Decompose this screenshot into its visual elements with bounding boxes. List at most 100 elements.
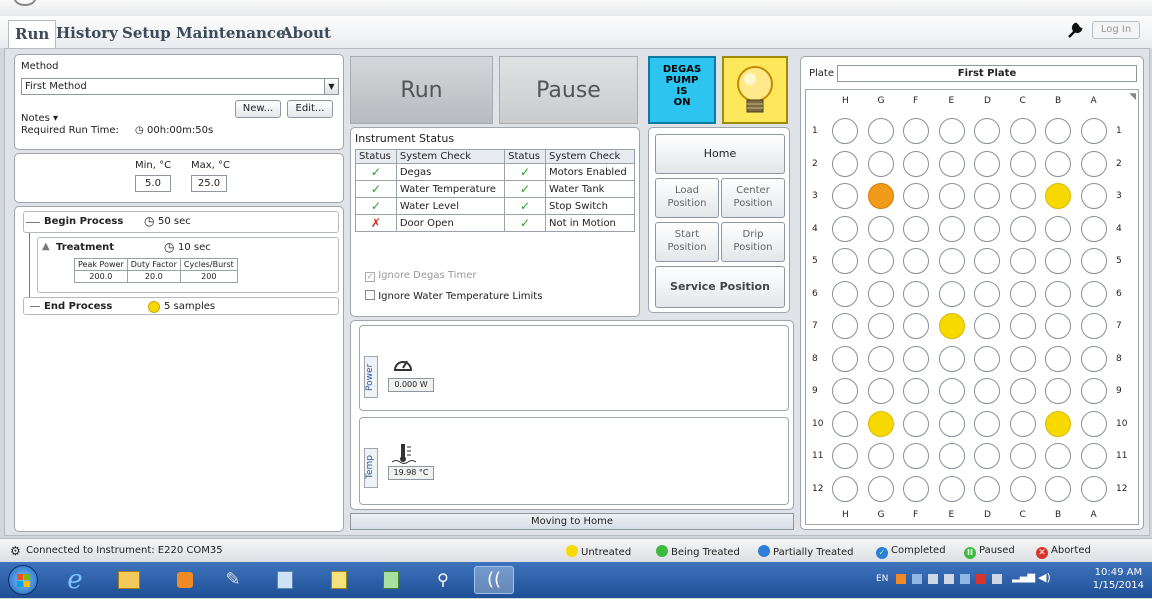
well-G10[interactable]: [867, 410, 894, 437]
well-B3[interactable]: [1045, 183, 1071, 209]
well-C6[interactable]: [1009, 280, 1036, 307]
tab-run[interactable]: Run: [8, 20, 57, 48]
language-indicator[interactable]: EN: [876, 574, 888, 584]
well-H3[interactable]: [832, 183, 858, 209]
system-clock[interactable]: 10:49 AM 1/15/2014: [1093, 566, 1144, 592]
well-G1[interactable]: [867, 118, 894, 144]
light-toggle[interactable]: [722, 56, 788, 124]
start-position-button[interactable]: Start Position: [655, 222, 719, 262]
tray-app-icon[interactable]: [912, 574, 922, 584]
home-button[interactable]: Home: [655, 134, 785, 174]
paint-icon[interactable]: ✎: [214, 566, 252, 594]
well-B11[interactable]: [1045, 443, 1071, 469]
method-select[interactable]: First Method ▼: [21, 78, 339, 95]
well-A11[interactable]: [1080, 443, 1107, 469]
max-temp-input[interactable]: 25.0: [191, 175, 227, 192]
well-C2[interactable]: [1009, 150, 1036, 177]
well-D12[interactable]: [974, 475, 1000, 502]
tray-app-icon[interactable]: [896, 574, 906, 584]
notes-app-icon[interactable]: [320, 566, 358, 594]
notes-toggle[interactable]: Notes ▾: [21, 113, 58, 124]
login-button[interactable]: Log In: [1092, 21, 1140, 39]
well-A10[interactable]: [1080, 410, 1107, 437]
volume-icon[interactable]: ◀): [1038, 571, 1051, 584]
well-C3[interactable]: [1009, 183, 1036, 209]
well-C9[interactable]: [1009, 378, 1036, 404]
corner-triangle-icon[interactable]: ◥: [1129, 92, 1136, 102]
well-C4[interactable]: [1009, 215, 1036, 242]
well-E3[interactable]: [938, 183, 965, 209]
service-position-button[interactable]: Service Position: [655, 266, 785, 308]
tray-app-icon[interactable]: [944, 574, 954, 584]
app-icon[interactable]: [266, 566, 304, 594]
tray-app-icon[interactable]: [992, 574, 1002, 584]
well-A2[interactable]: [1080, 150, 1107, 177]
well-F9[interactable]: [903, 378, 929, 404]
well-F2[interactable]: [903, 150, 929, 177]
well-E8[interactable]: [938, 345, 965, 372]
well-G8[interactable]: [867, 345, 894, 372]
well-D6[interactable]: [974, 280, 1000, 307]
drip-position-button[interactable]: Drip Position: [721, 222, 785, 262]
well-B2[interactable]: [1045, 150, 1071, 177]
well-H1[interactable]: [832, 118, 858, 144]
well-C7[interactable]: [1009, 313, 1036, 339]
well-G2[interactable]: [867, 150, 894, 177]
well-B4[interactable]: [1045, 215, 1071, 242]
tab-maintenance[interactable]: Maintenance: [176, 24, 286, 42]
well-H2[interactable]: [832, 150, 858, 177]
well-G6[interactable]: [867, 280, 894, 307]
tray-app-icon[interactable]: [928, 574, 938, 584]
file-explorer-icon[interactable]: [110, 566, 148, 594]
well-F3[interactable]: [903, 183, 929, 209]
start-button[interactable]: [8, 565, 38, 595]
well-B1[interactable]: [1045, 118, 1071, 144]
tab-setup[interactable]: Setup: [122, 24, 171, 42]
well-D7[interactable]: [974, 313, 1000, 339]
well-D8[interactable]: [974, 345, 1000, 372]
well-B9[interactable]: [1045, 378, 1071, 404]
well-F5[interactable]: [903, 248, 929, 274]
well-H5[interactable]: [832, 248, 858, 274]
well-F4[interactable]: [903, 215, 929, 242]
end-process-row[interactable]: End Process 5 samples: [23, 297, 339, 315]
begin-process-row[interactable]: Begin Process ◷ 50 sec: [23, 211, 339, 233]
well-F10[interactable]: [903, 410, 929, 437]
well-A5[interactable]: [1080, 248, 1107, 274]
well-H12[interactable]: [832, 475, 858, 502]
well-A7[interactable]: [1080, 313, 1107, 339]
chevron-down-icon[interactable]: ▼: [324, 79, 338, 94]
well-A4[interactable]: [1080, 215, 1107, 242]
new-method-button[interactable]: New...: [235, 100, 281, 118]
well-A9[interactable]: [1080, 378, 1107, 404]
well-D3[interactable]: [974, 183, 1000, 209]
well-E2[interactable]: [938, 150, 965, 177]
well-F11[interactable]: [903, 443, 929, 469]
well-E7[interactable]: [938, 313, 965, 339]
well-H8[interactable]: [832, 345, 858, 372]
well-H4[interactable]: [832, 215, 858, 242]
well-F12[interactable]: [903, 475, 929, 502]
active-app-taskbar-button[interactable]: ((: [474, 566, 514, 594]
well-A1[interactable]: [1080, 118, 1107, 144]
well-E10[interactable]: [938, 410, 965, 437]
well-C5[interactable]: [1009, 248, 1036, 274]
run-button[interactable]: Run: [350, 56, 493, 124]
tray-flag-icon[interactable]: [976, 574, 986, 584]
well-F7[interactable]: [903, 313, 929, 339]
well-G9[interactable]: [867, 378, 894, 404]
well-D5[interactable]: [974, 248, 1000, 274]
center-position-button[interactable]: Center Position: [721, 178, 785, 218]
ignore-degas-checkbox[interactable]: ✓ Ignore Degas Timer: [365, 270, 476, 282]
internet-explorer-icon[interactable]: e: [56, 566, 94, 594]
well-F6[interactable]: [903, 280, 929, 307]
well-G11[interactable]: [867, 443, 894, 469]
spreadsheet-icon[interactable]: [372, 566, 410, 594]
well-E6[interactable]: [938, 280, 965, 307]
well-D11[interactable]: [974, 443, 1000, 469]
edit-method-button[interactable]: Edit...: [287, 100, 333, 118]
well-E4[interactable]: [938, 215, 965, 242]
well-B10[interactable]: [1045, 410, 1071, 437]
well-G4[interactable]: [867, 215, 894, 242]
pause-button[interactable]: Pause: [499, 56, 638, 124]
